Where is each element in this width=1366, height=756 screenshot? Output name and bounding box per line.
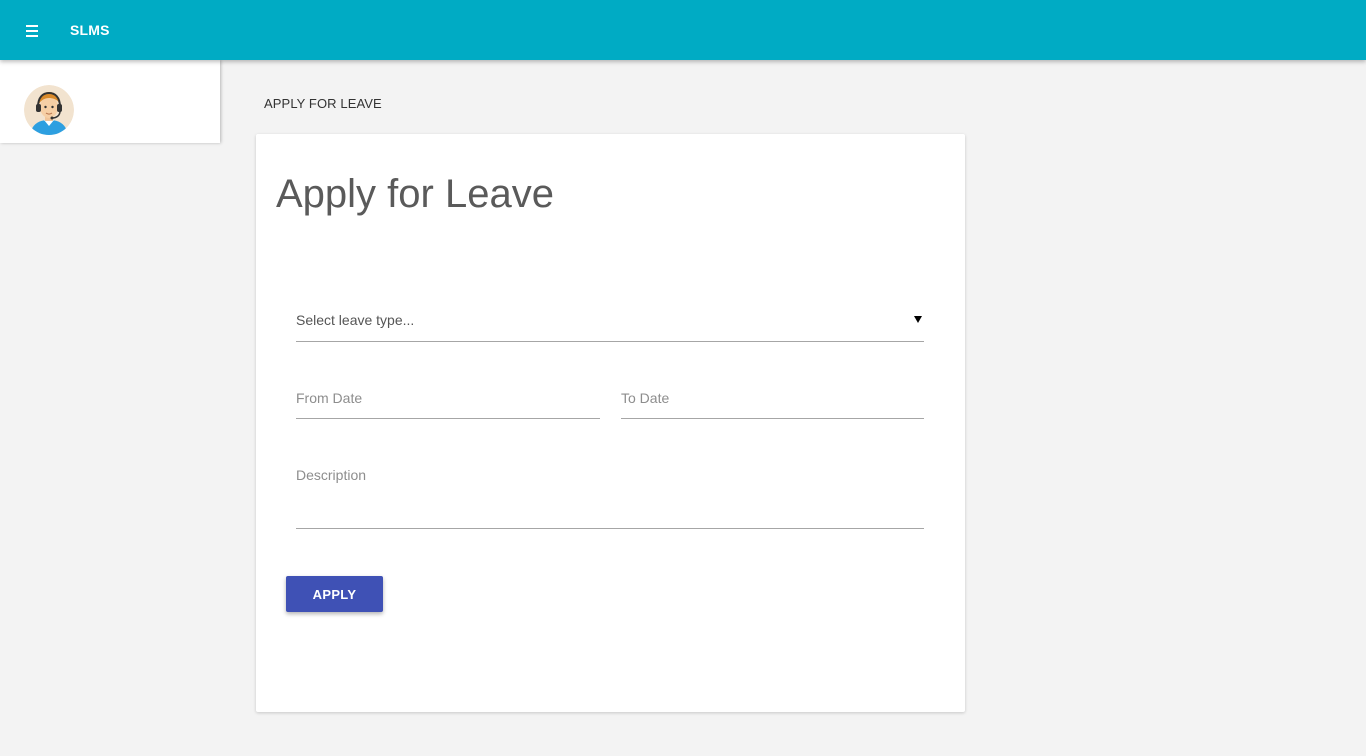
avatar-illustration: [24, 85, 74, 135]
menu-line: [26, 35, 38, 37]
from-date-field[interactable]: From Date: [296, 382, 600, 419]
top-app-bar: SLMS: [0, 0, 1366, 60]
page-heading: APPLY FOR LEAVE: [264, 96, 382, 111]
dropdown-arrow-icon: [914, 316, 922, 323]
leave-form-card: Apply for Leave Select leave type... Fro…: [256, 134, 965, 712]
form-title: Apply for Leave: [276, 172, 554, 216]
to-date-placeholder: To Date: [621, 390, 670, 406]
sidebar: [0, 60, 220, 143]
leave-type-placeholder: Select leave type...: [296, 312, 415, 328]
menu-line: [26, 25, 38, 27]
leave-type-select[interactable]: Select leave type...: [296, 302, 924, 342]
user-avatar-icon[interactable]: [24, 85, 74, 135]
to-date-field[interactable]: To Date: [621, 382, 924, 419]
from-date-placeholder: From Date: [296, 390, 363, 406]
app-brand[interactable]: SLMS: [70, 22, 110, 38]
hamburger-menu-icon[interactable]: [22, 20, 44, 42]
apply-button[interactable]: APPLY: [286, 576, 383, 612]
description-field[interactable]: Description: [296, 464, 924, 529]
description-placeholder: Description: [296, 467, 367, 483]
menu-line: [26, 30, 38, 32]
